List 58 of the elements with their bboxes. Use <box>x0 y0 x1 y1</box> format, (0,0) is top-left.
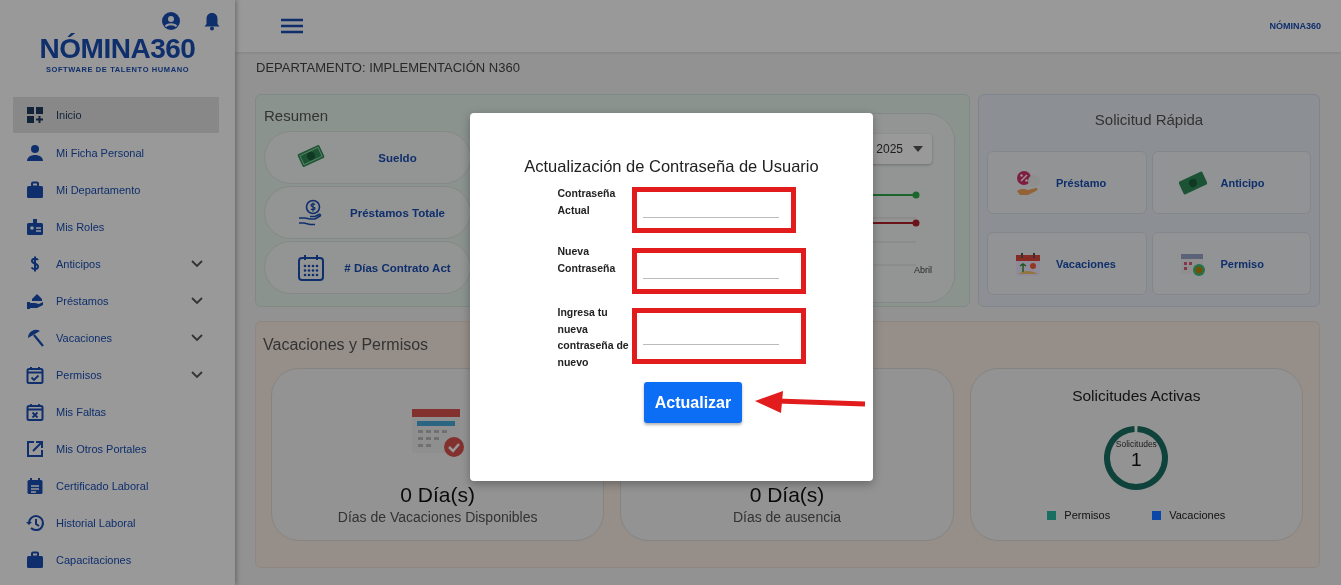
calendar-icon <box>297 253 325 282</box>
dropdown-caret-icon <box>913 146 923 152</box>
quick-request-card[interactable]: Vacaciones <box>987 232 1147 295</box>
panel-title: Vacaciones y Permisos <box>263 336 429 355</box>
card-title: Solicitudes Activas <box>1072 387 1201 405</box>
legend-label: Vacaciones <box>1169 509 1226 521</box>
stat-value: 0 Día(s) <box>749 483 825 507</box>
calendar-note-icon <box>25 475 45 496</box>
history-icon <box>25 512 45 533</box>
person-icon <box>25 142 45 163</box>
sidebar-item[interactable]: Mis Roles <box>13 208 219 245</box>
sidebar-item[interactable]: Vacaciones <box>13 319 219 356</box>
briefcase-icon <box>25 179 45 200</box>
sidebar-item[interactable]: Mi Ficha Personal <box>13 134 219 171</box>
sidebar-item[interactable]: Mis Otros Portales <box>13 430 219 467</box>
update-button[interactable]: Actualizar <box>644 382 742 423</box>
legend-label: Permisos <box>1064 509 1111 521</box>
briefcase-icon <box>25 549 45 570</box>
stat-caption: Días de ausencia <box>732 509 842 525</box>
sidebar-item[interactable]: Inicio <box>13 97 219 133</box>
year-dropdown[interactable]: 2025 <box>870 134 932 164</box>
stat-value: 0 Día(s) <box>400 483 475 507</box>
summary-label: Sueldo <box>377 151 418 164</box>
logo: NÓMINA360 <box>39 33 196 65</box>
summary-label: Préstamos Totale <box>349 206 446 219</box>
logo: NÓMINA360 <box>1269 21 1321 31</box>
sidebar-item[interactable]: Historial Laboral <box>13 504 219 541</box>
account-icon[interactable] <box>161 11 181 31</box>
quick-request-card[interactable]: Permiso <box>1151 232 1311 295</box>
sidebar-item[interactable]: Préstamos <box>13 282 219 319</box>
calendar-x-icon <box>25 401 45 422</box>
dialog-title: Actualización de Contraseña de Usuario <box>524 157 819 177</box>
sidebar-item[interactable]: Permisos <box>13 356 219 393</box>
external-link-icon <box>25 438 45 459</box>
menu-icon[interactable] <box>281 18 303 34</box>
field-label: Ingresa tu nueva contraseña de nuevo <box>557 305 630 370</box>
stat-caption: Días de Vacaciones Disponibles <box>337 509 538 525</box>
quick-request-card[interactable]: Anticipo <box>1151 151 1311 214</box>
quick-request-card[interactable]: Préstamo <box>987 151 1147 214</box>
bell-icon[interactable] <box>203 11 221 31</box>
field-label: Contraseña Actual <box>557 186 617 218</box>
field-label: Nueva Contraseña <box>557 244 617 276</box>
calendar-check-icon <box>25 364 45 385</box>
panel-title: Resumen <box>264 107 329 126</box>
dashboard-icon <box>25 105 45 125</box>
sidebar-item[interactable]: Capacitaciones <box>13 541 219 578</box>
summary-label: # Días Contrato Act <box>343 261 452 274</box>
axis-label: Abril <box>914 265 932 275</box>
hand-percent-icon <box>1014 168 1042 197</box>
sidebar-item[interactable]: Mi Departamento <box>13 171 219 208</box>
department-label: DEPARTAMENTO: IMPLEMENTACIÓN N360 <box>256 60 521 77</box>
badge-icon <box>25 216 45 237</box>
donut-value: 1 <box>1131 449 1142 471</box>
sidebar-item[interactable]: Certificado Laboral <box>13 467 219 504</box>
donut-label: Solicitudes <box>1115 439 1157 449</box>
panel-title: Solicitud Rápida <box>1093 111 1205 130</box>
sidebar-item[interactable]: Anticipos <box>13 245 219 282</box>
sidebar-item[interactable]: Mis Faltas <box>13 393 219 430</box>
